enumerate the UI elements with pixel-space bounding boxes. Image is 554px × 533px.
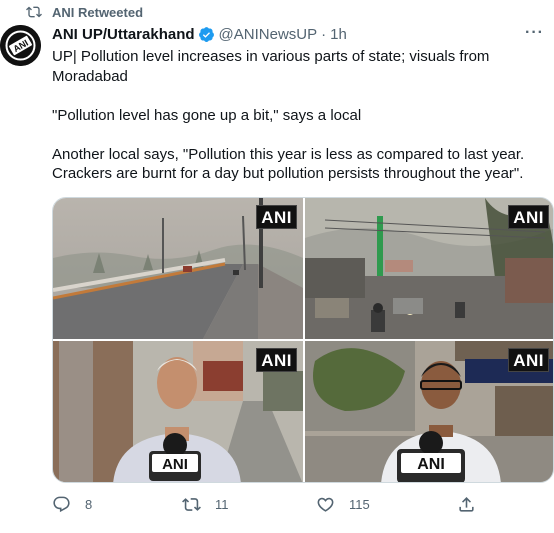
media-image-street[interactable]: ANI — [305, 198, 553, 339]
ani-watermark: ANI — [508, 205, 549, 229]
ani-watermark: ANI — [256, 205, 297, 229]
more-options-icon[interactable]: ··· — [525, 24, 544, 42]
heart-icon — [316, 495, 335, 514]
media-grid: ANI ANI ANI ANI ANI ANI — [52, 197, 554, 483]
reply-icon — [52, 495, 71, 514]
ani-watermark: ANI — [256, 348, 297, 372]
share-icon — [457, 495, 476, 514]
mic-flag-text: ANI — [162, 456, 188, 473]
avatar[interactable]: ANI — [0, 25, 41, 66]
tweet-line-2: "Pollution level has gone up a bit," say… — [52, 106, 362, 124]
media-image-local-2[interactable]: ANI ANI — [305, 341, 553, 482]
like-count: 115 — [349, 497, 370, 512]
author-handle[interactable]: @ANINewsUP — [219, 26, 318, 43]
media-image-local-1[interactable]: ANI ANI — [53, 341, 303, 482]
action-bar: 8 11 115 — [52, 495, 492, 515]
retweet-count: 11 — [215, 497, 229, 512]
verified-badge-icon — [198, 26, 215, 43]
ani-watermark: ANI — [508, 348, 549, 372]
retweet-label: ANI Retweeted — [52, 4, 144, 20]
tweet-header: ANI UP/Uttarakhand @ANINewsUP · 1h ··· — [52, 24, 544, 44]
tweet-text: UP| Pollution level increases in various… — [52, 47, 547, 184]
retweet-icon — [26, 4, 42, 20]
tweet-line-3: Another local says, "Pollution this year… — [52, 145, 525, 183]
mic-flag-text: ANI — [417, 456, 445, 473]
retweet-button[interactable]: 11 — [182, 495, 229, 514]
timestamp[interactable]: 1h — [330, 26, 347, 43]
media-image-flyover[interactable]: ANI — [53, 198, 303, 339]
tweet-line-1: UP| Pollution level increases in various… — [52, 48, 490, 85]
author-name[interactable]: ANI UP/Uttarakhand — [52, 26, 195, 43]
retweet-context[interactable]: ANI Retweeted — [26, 4, 143, 20]
like-button[interactable]: 115 — [316, 495, 370, 514]
reply-button[interactable]: 8 — [52, 495, 92, 514]
retweet-icon — [182, 495, 201, 514]
separator-dot: · — [321, 25, 327, 43]
reply-count: 8 — [85, 497, 93, 512]
share-button[interactable] — [457, 495, 476, 514]
